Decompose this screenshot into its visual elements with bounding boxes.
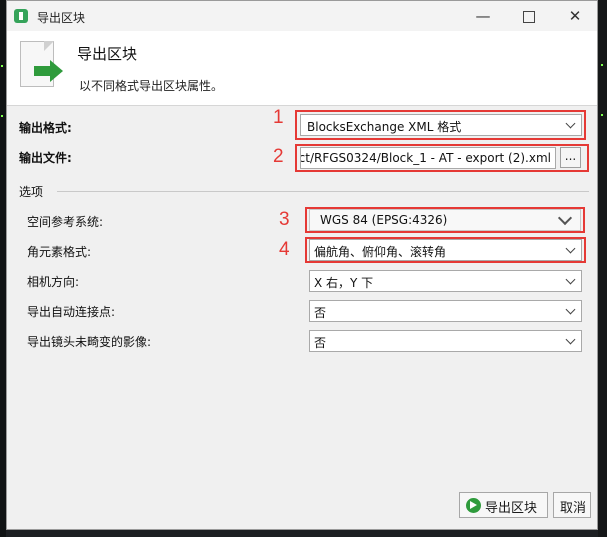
annotation-number-2: 2 [273, 146, 284, 167]
tiepoints-value: 否 [314, 306, 327, 320]
tiepoints-label: 导出自动连接点: [27, 305, 116, 319]
dialog-header: 导出区块 以不同格式导出区块属性。 [7, 31, 597, 106]
browse-button[interactable]: ... [560, 147, 581, 168]
options-divider [57, 191, 589, 192]
header-title: 导出区块 [77, 45, 138, 63]
close-button[interactable]: ✕ [553, 1, 597, 31]
chevron-down-icon [565, 118, 576, 129]
maximize-icon [523, 11, 535, 23]
format-value: BlocksExchange XML 格式 [307, 120, 462, 134]
srs-label: 空间参考系统: [27, 215, 104, 229]
chevron-down-icon [565, 334, 576, 345]
app-icon [14, 9, 28, 23]
background-dot [1, 65, 3, 67]
export-block-button[interactable]: 导出区块 [459, 492, 548, 518]
minimize-button[interactable]: — [461, 1, 505, 31]
export-arrow-icon [466, 498, 481, 513]
maximize-button[interactable] [507, 1, 551, 31]
rotation-format-value: 偏航角、俯仰角、滚转角 [314, 245, 447, 259]
rotation-label: 角元素格式: [27, 245, 92, 259]
chevron-down-icon [565, 274, 576, 285]
srs-value: WGS 84 (EPSG:4326) [320, 213, 448, 227]
title-bar: 导出区块 — ✕ [7, 1, 597, 31]
camera-orientation-value: X 右，Y 下 [314, 276, 374, 290]
srs-select[interactable]: WGS 84 (EPSG:4326) [309, 209, 581, 231]
background-dot [601, 114, 603, 116]
camera-orientation-label: 相机方向: [27, 275, 80, 289]
options-section-label: 选项 [19, 185, 44, 199]
export-block-button-label: 导出区块 [485, 501, 538, 516]
window-title: 导出区块 [37, 11, 86, 25]
annotation-number-3: 3 [279, 209, 290, 230]
export-block-dialog: 导出区块 — ✕ 导出区块 以不同格式导出区块属性。 输出格式: 1 Block… [6, 0, 598, 530]
background-dot [1, 115, 3, 117]
background-right [598, 0, 607, 537]
chevron-down-icon [565, 243, 576, 254]
output-file-input[interactable]: ect/RFGS0324/Block_1 - AT - export (2).x… [300, 147, 556, 169]
format-label: 输出格式: [19, 121, 72, 135]
format-select[interactable]: BlocksExchange XML 格式 [300, 114, 582, 136]
cancel-button[interactable]: 取消 [553, 492, 591, 518]
chevron-down-icon [557, 210, 573, 226]
annotation-number-4: 4 [279, 239, 290, 260]
undistorted-images-label: 导出镜头未畸变的影像: [27, 335, 152, 349]
rotation-format-select[interactable]: 偏航角、俯仰角、滚转角 [309, 239, 582, 261]
header-subtitle: 以不同格式导出区块属性。 [79, 79, 224, 93]
camera-orientation-select[interactable]: X 右，Y 下 [309, 270, 582, 292]
export-document-icon [20, 41, 63, 89]
chevron-down-icon [565, 304, 576, 315]
undistorted-images-select[interactable]: 否 [309, 330, 582, 352]
annotation-number-1: 1 [273, 107, 284, 128]
cancel-button-label: 取消 [560, 501, 587, 516]
output-file-value: ect/RFGS0324/Block_1 - AT - export (2).x… [300, 151, 551, 165]
background-dot [601, 64, 603, 66]
undistorted-images-value: 否 [314, 336, 327, 350]
file-label: 输出文件: [19, 151, 72, 165]
tiepoints-select[interactable]: 否 [309, 300, 582, 322]
